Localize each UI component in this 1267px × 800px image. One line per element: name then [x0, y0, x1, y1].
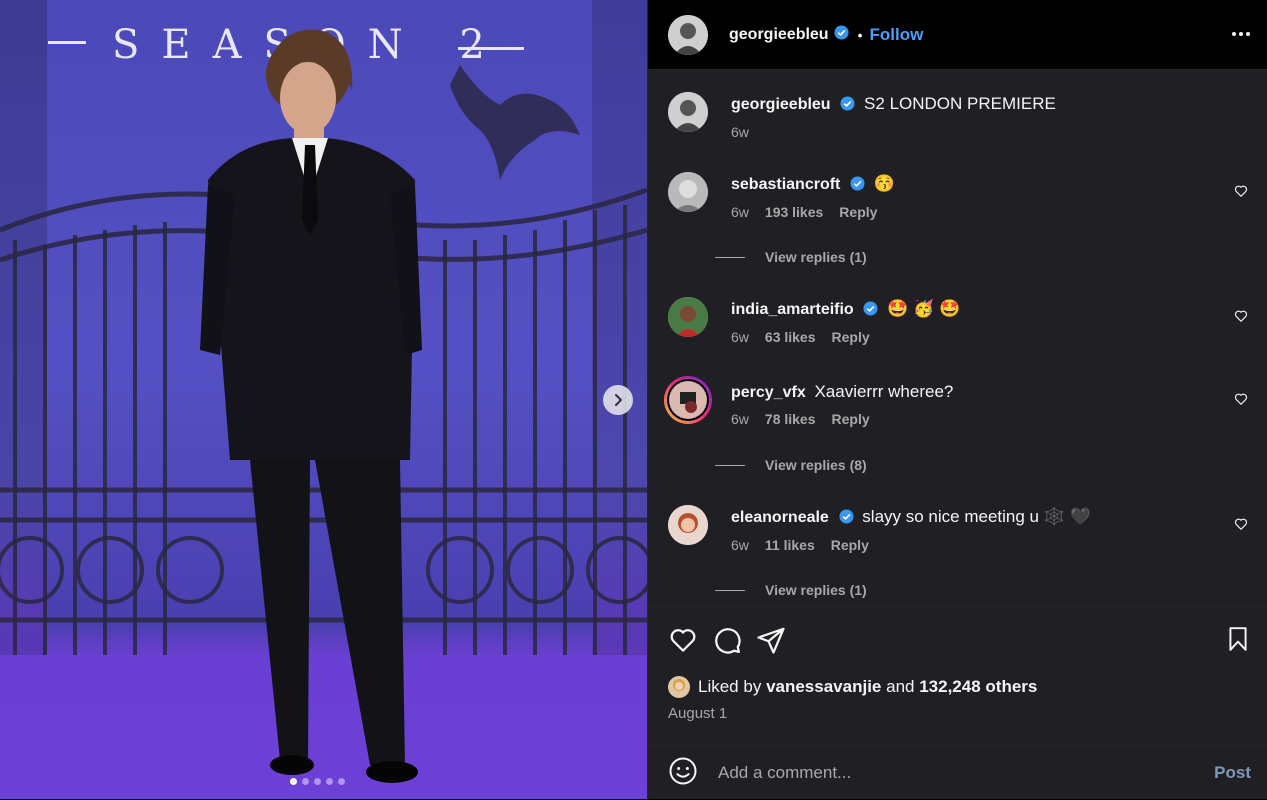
comment-row: india_amarteifio 🤩 🥳 🤩 6w 63 likes Reply — [668, 297, 1248, 357]
like-comment-heart-icon[interactable] — [1234, 309, 1248, 328]
verified-badge-icon — [839, 507, 854, 531]
more-options-icon[interactable] — [1231, 24, 1251, 49]
comment-username[interactable]: percy_vfx — [731, 384, 806, 401]
like-heart-icon[interactable] — [668, 625, 698, 660]
likes-and: and — [886, 677, 915, 696]
comment-username[interactable]: india_amarteifio — [731, 301, 854, 318]
post-actions: Liked by vanessavanjie and 132,248 other… — [648, 606, 1267, 799]
author-username[interactable]: georgieebleu — [729, 26, 829, 44]
add-comment-bar: Post — [648, 745, 1267, 800]
verified-badge-icon — [850, 174, 865, 198]
caption-row: georgieebleu S2 LONDON PREMIERE 6w — [668, 92, 1248, 152]
view-replies-label: View replies (1) — [765, 249, 867, 265]
carousel-dots — [290, 778, 345, 785]
next-slide-button[interactable] — [603, 385, 633, 415]
liked-by-prefix: Liked by — [698, 677, 762, 696]
comment-row: eleanorneale slayy so nice meeting u 🕸️ … — [668, 505, 1248, 565]
comment-bubble-icon[interactable] — [712, 625, 742, 660]
likes-count[interactable]: 132,248 others — [919, 677, 1037, 697]
comment-time: 6w — [731, 204, 749, 220]
comment-time: 6w — [731, 411, 749, 427]
carousel-dot — [302, 778, 309, 785]
comments-section[interactable]: georgieebleu S2 LONDON PREMIERE 6w sebas… — [648, 70, 1267, 606]
view-replies-label: View replies (8) — [765, 457, 867, 473]
liker-avatar[interactable] — [668, 676, 690, 698]
comment-time: 6w — [731, 537, 749, 553]
comment-text: 🤩 🥳 🤩 — [887, 299, 961, 318]
person-in-suit — [200, 29, 422, 783]
header-separator: • — [857, 26, 863, 43]
post-side-panel: georgieebleu • Follow georgieebleu S2 LO… — [647, 0, 1267, 799]
view-replies-button[interactable]: View replies (8) — [715, 457, 867, 473]
carousel-dot — [326, 778, 333, 785]
verified-badge-icon — [863, 299, 878, 323]
comment-username[interactable]: sebastiancroft — [731, 176, 840, 193]
post-comment-button[interactable]: Post — [1214, 763, 1251, 783]
reply-button[interactable]: Reply — [832, 411, 870, 427]
commenter-avatar-story-ring[interactable] — [664, 376, 712, 424]
comment-likes[interactable]: 78 likes — [765, 411, 816, 427]
post-header: georgieebleu • Follow — [648, 0, 1267, 70]
like-comment-heart-icon[interactable] — [1234, 392, 1248, 411]
carousel-dot — [338, 778, 345, 785]
emoji-smiley-icon[interactable] — [668, 756, 698, 791]
caption-author-avatar[interactable] — [668, 92, 708, 132]
comment-text: 😚 — [873, 174, 896, 193]
chevron-right-icon — [615, 394, 622, 406]
liker-username[interactable]: vanessavanjie — [766, 677, 881, 697]
comment-row: sebastiancroft 😚 6w 193 likes Reply — [668, 172, 1248, 232]
share-send-icon[interactable] — [756, 625, 786, 660]
verified-badge-icon — [834, 24, 849, 45]
reply-button[interactable]: Reply — [831, 537, 869, 553]
post-media: SEASON 2 — [0, 0, 647, 799]
comment-likes[interactable]: 63 likes — [765, 329, 816, 345]
comment-row: percy_vfx Xaavierrr wheree? 6w 78 likes … — [664, 376, 1248, 440]
save-bookmark-icon[interactable] — [1225, 625, 1251, 658]
comment-time: 6w — [731, 329, 749, 345]
reply-button[interactable]: Reply — [832, 329, 870, 345]
author-avatar[interactable] — [668, 14, 708, 55]
comment-text: slayy so nice meeting u 🕸️ 🖤 — [862, 507, 1091, 526]
action-icons — [668, 625, 786, 660]
like-comment-heart-icon[interactable] — [1234, 184, 1248, 203]
verified-badge-icon — [840, 94, 855, 118]
view-replies-button[interactable]: View replies (1) — [715, 249, 867, 265]
commenter-avatar[interactable] — [668, 172, 708, 212]
comment-likes[interactable]: 193 likes — [765, 204, 823, 220]
caption-time: 6w — [731, 124, 749, 140]
view-replies-button[interactable]: View replies (1) — [715, 582, 867, 598]
likes-summary: Liked by vanessavanjie and 132,248 other… — [668, 676, 1037, 698]
carousel-dot — [290, 778, 297, 785]
caption-text: S2 LONDON PREMIERE — [864, 94, 1056, 113]
commenter-avatar[interactable] — [668, 297, 708, 337]
view-replies-label: View replies (1) — [765, 582, 867, 598]
title-rule-left — [48, 41, 86, 44]
like-comment-heart-icon[interactable] — [1234, 517, 1248, 536]
follow-button[interactable]: Follow — [869, 25, 923, 45]
post-date: August 1 — [668, 705, 728, 722]
caption-username[interactable]: georgieebleu — [731, 96, 831, 113]
commenter-avatar[interactable] — [668, 505, 708, 545]
comment-text: Xaavierrr wheree? — [814, 382, 954, 401]
reply-button[interactable]: Reply — [839, 204, 877, 220]
comment-input[interactable] — [718, 763, 1188, 783]
carousel-dot — [314, 778, 321, 785]
comment-username[interactable]: eleanorneale — [731, 509, 829, 526]
comment-likes[interactable]: 11 likes — [765, 537, 815, 553]
